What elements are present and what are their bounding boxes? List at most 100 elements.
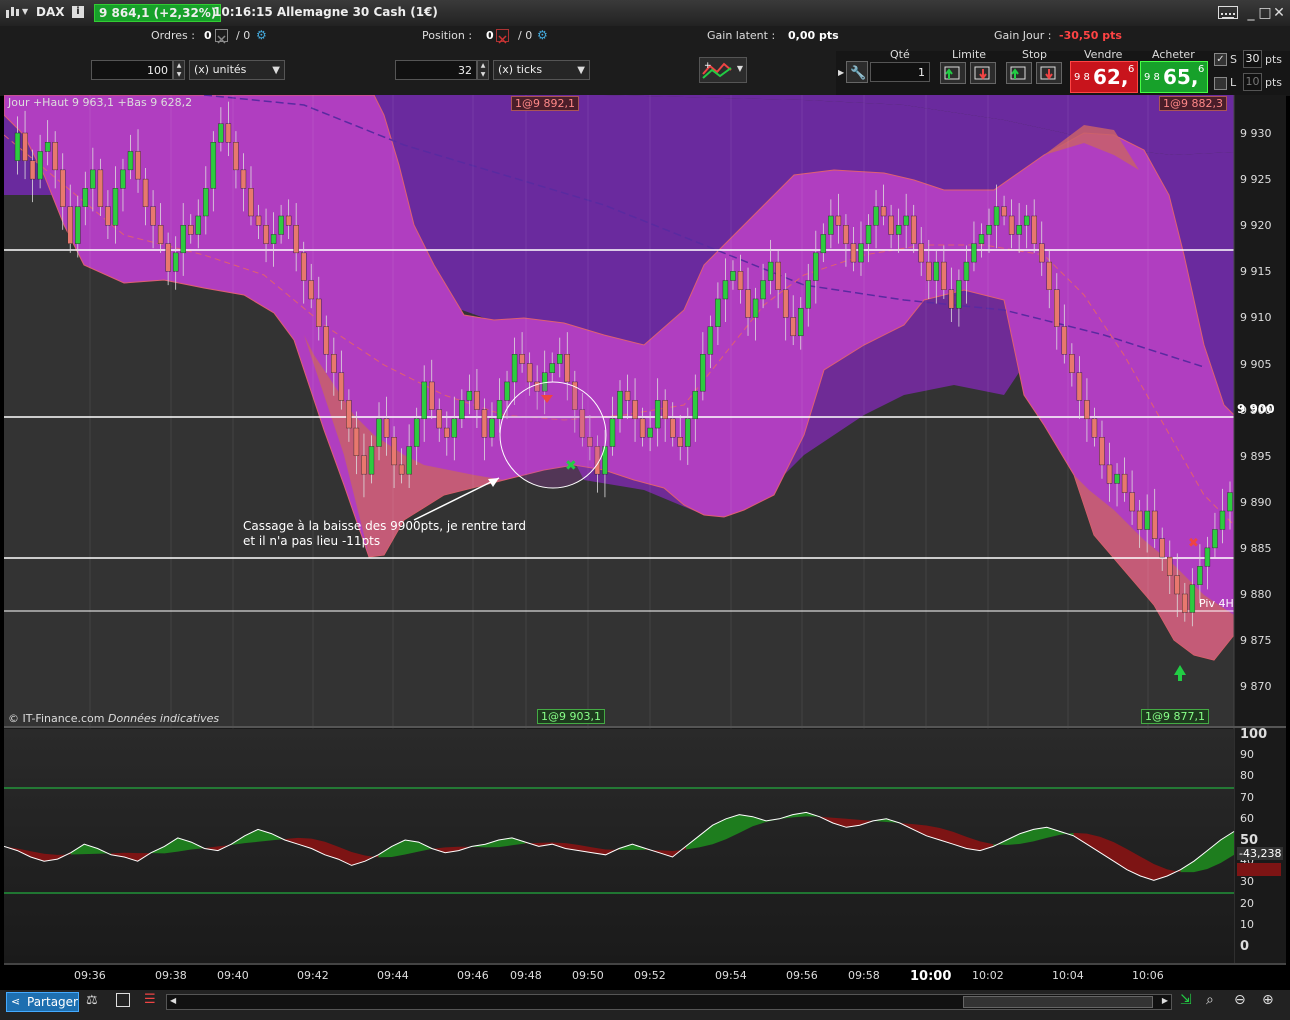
order-quantity-input[interactable]: 1 — [870, 62, 930, 82]
sell-price-prefix: 9 8 — [1074, 72, 1090, 83]
gears-icon[interactable]: ⚙ — [537, 28, 548, 42]
info-icon[interactable]: i — [72, 6, 84, 18]
stop-loss-input[interactable]: 30 — [1243, 50, 1262, 68]
candle-up — [1204, 547, 1211, 567]
stop-loss-label: S — [1230, 53, 1237, 66]
share-button[interactable]: ⋖ Partager — [6, 992, 79, 1012]
cancel-orders-icon[interactable] — [215, 29, 228, 44]
candle-up — [1219, 510, 1226, 530]
candle-down — [429, 381, 435, 410]
ticks-unit-select[interactable]: (x) ticks ▼ — [493, 60, 590, 80]
horizontal-scrollbar[interactable]: ◀ ▶ — [166, 994, 1172, 1010]
candle-down — [338, 372, 345, 401]
orders-label: Ordres : — [151, 29, 195, 42]
gears-icon[interactable]: ⚙ — [256, 28, 267, 42]
oscillator-tick-label: 70 — [1240, 790, 1254, 804]
oscillator-tick-label: 60 — [1240, 811, 1254, 825]
candle-down — [398, 464, 405, 475]
oscillator-signal-marker — [1237, 863, 1281, 876]
window-title: 10:16:15 Allemagne 30 Cash (1€) — [213, 5, 438, 19]
close-button[interactable]: ✕ — [1270, 4, 1288, 22]
limit-gain-unit: pts — [1265, 76, 1283, 89]
ticks-input[interactable]: 32 — [395, 60, 477, 80]
candle-down — [293, 224, 299, 254]
candle-up — [986, 224, 992, 235]
indicator-icon[interactable]: ⚖ — [86, 993, 98, 1008]
buy-price-decimal: 6 — [1198, 64, 1205, 75]
candle-up — [956, 280, 962, 309]
candle-down — [926, 261, 932, 281]
zoom-out-icon[interactable]: ⊖ — [1234, 992, 1246, 1008]
wrench-button[interactable]: 🔧 — [846, 61, 868, 83]
scroll-right-icon[interactable]: ▶ — [1162, 996, 1168, 1005]
candle-down — [1121, 473, 1128, 493]
candle-up — [44, 142, 51, 152]
chart-area[interactable]: ✖ ✖ Jour +Haut 9 963,1 +Bas 9 628,2 1@9 … — [4, 95, 1286, 984]
candle-down — [1182, 593, 1188, 613]
expand-arrow-icon[interactable]: ▶ — [838, 68, 844, 77]
candle-down — [323, 326, 329, 355]
stop-loss-checkbox[interactable]: ✓ — [1214, 53, 1227, 66]
oscillator-tick-label: 10 — [1240, 917, 1254, 931]
quantity-stepper[interactable]: ▲ ▼ — [173, 60, 185, 80]
time-tick-label: 09:42 — [297, 969, 329, 982]
candle-up — [368, 446, 375, 475]
limit-sell-button[interactable] — [970, 62, 996, 84]
buy-label: Acheter — [1152, 48, 1195, 61]
candle-up — [549, 363, 555, 373]
price-chart[interactable]: ✖ ✖ — [4, 95, 1286, 965]
keyboard-icon[interactable] — [1218, 6, 1238, 19]
table-icon[interactable] — [116, 993, 130, 1007]
limit-label: Limite — [952, 48, 987, 61]
scrollbar-thumb[interactable] — [963, 996, 1153, 1008]
order-tag-buy-2[interactable]: 1@9 877,1 — [1141, 709, 1209, 724]
zoom-fit-icon[interactable]: ⌕ — [1206, 992, 1214, 1008]
oscillator-tick-label: 100 — [1240, 727, 1268, 742]
order-tag-buy[interactable]: 1@9 903,1 — [537, 709, 605, 724]
stop-buy-button[interactable] — [1006, 62, 1032, 84]
limit-buy-button[interactable] — [940, 62, 966, 84]
order-tag-sell-2[interactable]: 1@9 882,3 — [1159, 96, 1227, 111]
chart-type-icon[interactable] — [4, 4, 20, 20]
zoom-in-icon[interactable]: ⊕ — [1262, 992, 1274, 1008]
limit-gain-input[interactable]: 10 — [1243, 73, 1262, 91]
price-tick-label: 9 880 — [1240, 588, 1272, 601]
candle-down — [255, 215, 262, 226]
candle-down — [790, 317, 796, 337]
price-tick-label: 9 895 — [1240, 449, 1272, 463]
candle-down — [436, 409, 442, 429]
chevron-down-icon: ▼ — [272, 65, 280, 76]
autoscroll-icon[interactable]: ⇲ — [1180, 992, 1192, 1008]
candle-up — [466, 390, 473, 401]
time-tick-label: 09:48 — [510, 969, 542, 982]
candle-up — [933, 261, 939, 281]
sell-button[interactable]: 9 8 62, 6 — [1070, 61, 1138, 93]
candle-down — [670, 418, 676, 438]
scroll-left-icon[interactable]: ◀ — [170, 996, 176, 1005]
orders-value-total: / 0 — [236, 29, 251, 42]
quantity-input[interactable]: 100 — [91, 60, 173, 80]
candle-down — [225, 123, 232, 143]
order-tag-sell[interactable]: 1@9 892,1 — [511, 96, 579, 111]
strategy-button[interactable]: + ▼ — [699, 57, 747, 83]
ticks-stepper[interactable]: ▲ ▼ — [477, 60, 489, 80]
stop-sell-button[interactable] — [1036, 62, 1062, 84]
candle-down — [316, 298, 322, 327]
symbol-label[interactable]: DAX — [36, 5, 65, 19]
price-tick-label: 9 875 — [1240, 634, 1272, 648]
limit-gain-checkbox[interactable] — [1214, 77, 1227, 90]
close-position-icon[interactable] — [496, 29, 509, 44]
limit-buy-icon — [944, 66, 960, 80]
candle-down — [22, 132, 28, 161]
candle-up — [760, 280, 766, 300]
chevron-down-icon[interactable]: ▼ — [22, 7, 28, 16]
annotation-text-2: et il n'a pas lieu -11pts — [243, 534, 381, 548]
pivot-label: Piv 4H — [1199, 597, 1234, 610]
oscillator-tick-label: 90 — [1240, 748, 1254, 762]
annotation-circle — [499, 381, 607, 489]
share-label: Partager — [27, 995, 78, 1009]
orderbook-icon[interactable]: ☰ — [144, 992, 156, 1007]
buy-button[interactable]: 9 8 65, 6 — [1140, 61, 1208, 93]
candle-up — [1227, 492, 1233, 512]
quantity-unit-select[interactable]: (x) unités ▼ — [189, 60, 285, 80]
